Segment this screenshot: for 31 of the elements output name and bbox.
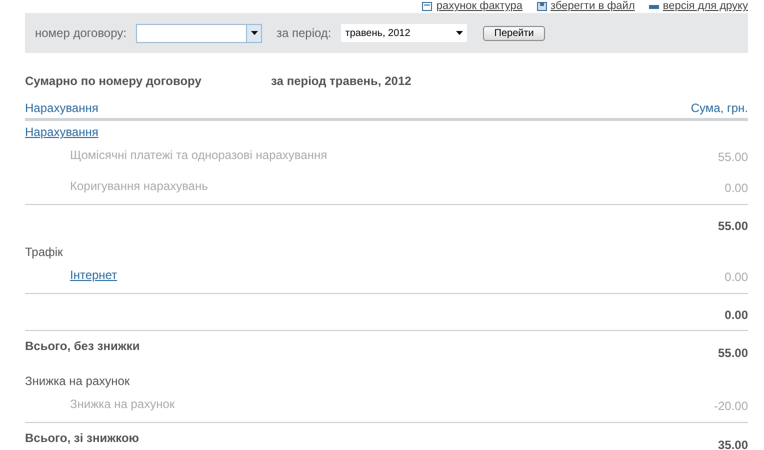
contract-label: номер договору: — [35, 26, 126, 40]
section-title: Трафік — [25, 245, 63, 259]
subtotal-amount: 0.00 — [724, 308, 748, 322]
toolbar-link[interactable]: зберегти в файл — [536, 0, 635, 12]
caret-icon — [250, 31, 258, 35]
toolbar-link[interactable]: рахунок фактура — [422, 0, 523, 12]
item-link[interactable]: Інтернет — [70, 268, 118, 282]
amount: -20.00 — [714, 398, 748, 413]
amount: 0.00 — [724, 269, 748, 284]
item-label: Щомісячні платежі та одноразові нарахування — [70, 148, 328, 162]
section-link[interactable]: Нарахування — [25, 125, 98, 139]
total-label: Всього, без знижки — [25, 339, 140, 353]
summary-period: за період травень, 2012 — [271, 74, 412, 88]
go-button[interactable]: Перейти — [483, 26, 545, 40]
section-title: Знижка на рахунок — [25, 374, 130, 388]
total-label: Всього, зі знижкою — [25, 431, 140, 445]
item-label: Знижка на рахунок — [70, 397, 175, 411]
amount: 0.00 — [724, 180, 748, 195]
column-header: Нарахування — [25, 101, 98, 115]
summary-title: Сумарно по номеру договору — [25, 74, 202, 88]
period-label: за період: — [276, 26, 332, 40]
item-label: Коригування нарахувань — [70, 179, 208, 193]
total-amount: 55.00 — [718, 345, 748, 360]
total-amount: 35.00 — [718, 437, 748, 450]
amount: 55.00 — [718, 149, 748, 164]
caret-icon — [456, 31, 464, 35]
subtotal-amount: 55.00 — [718, 219, 748, 233]
toolbar-link[interactable]: версія для друку — [648, 0, 748, 12]
period-dropdown[interactable]: травень, 2012 — [341, 24, 468, 42]
contract-combobox[interactable] — [136, 24, 262, 42]
column-header: Сума, грн. — [690, 101, 748, 115]
